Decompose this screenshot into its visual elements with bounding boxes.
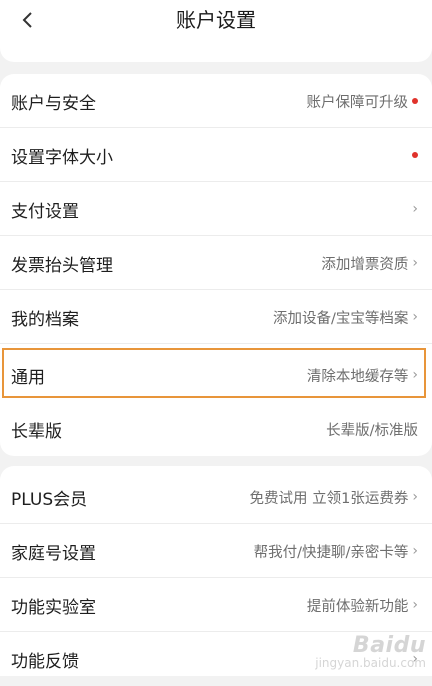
settings-group-1: 账户与安全 账户保障可升级 设置字体大小 支付设置 › 发票抬头管理 添加增票资… xyxy=(0,74,432,456)
row-value: 免费试用 立领1张运费券 xyxy=(249,490,409,507)
row-label: 设置字体大小 xyxy=(11,147,113,168)
watermark: Baidu jingyan.baidu.com xyxy=(315,633,426,670)
chevron-right-icon: › xyxy=(412,597,418,613)
row-label: 功能实验室 xyxy=(11,597,96,618)
notification-dot xyxy=(412,98,418,104)
chevron-right-icon: › xyxy=(412,489,418,505)
settings-row-family[interactable]: 家庭号设置 帮我付/快捷聊/亲密卡等 › xyxy=(0,524,432,578)
chevron-right-icon: › xyxy=(412,309,418,325)
row-value: 清除本地缓存等 xyxy=(306,368,409,385)
row-value: 账户保障可升级 xyxy=(306,94,409,111)
row-value: 帮我付/快捷聊/亲密卡等 xyxy=(253,544,409,561)
row-label: 支付设置 xyxy=(11,201,79,222)
row-value: 添加设备/宝宝等档案 xyxy=(273,310,409,327)
chevron-right-icon: › xyxy=(412,543,418,559)
row-label: 功能反馈 xyxy=(11,651,79,672)
settings-row-font-size[interactable]: 设置字体大小 xyxy=(0,128,432,182)
page-title: 账户设置 xyxy=(176,8,256,32)
settings-row-my-profile[interactable]: 我的档案 添加设备/宝宝等档案 › xyxy=(0,290,432,344)
row-label: 账户与安全 xyxy=(11,93,96,114)
row-value: 长辈版/标准版 xyxy=(326,422,418,439)
row-label: 通用 xyxy=(11,367,45,388)
top-bar: 账户设置 xyxy=(0,0,432,62)
settings-row-general[interactable]: 通用 清除本地缓存等 › xyxy=(0,348,432,402)
divider xyxy=(0,343,432,344)
row-label: PLUS会员 xyxy=(11,489,88,510)
notification-dot xyxy=(412,152,418,158)
settings-row-payment[interactable]: 支付设置 › xyxy=(0,182,432,236)
row-value: 提前体验新功能 xyxy=(306,598,409,615)
row-label: 发票抬头管理 xyxy=(11,255,113,276)
row-label: 我的档案 xyxy=(11,309,79,330)
watermark-sub: jingyan.baidu.com xyxy=(315,656,426,670)
row-label: 家庭号设置 xyxy=(11,543,96,564)
chevron-right-icon: › xyxy=(412,367,418,383)
watermark-logo: Baidu xyxy=(352,633,426,658)
row-label: 长辈版 xyxy=(11,421,62,442)
chevron-right-icon: › xyxy=(412,255,418,271)
settings-row-plus-member[interactable]: PLUS会员 免费试用 立领1张运费券 › xyxy=(0,470,432,524)
row-value: 添加增票资质 xyxy=(321,256,409,273)
chevron-right-icon: › xyxy=(412,201,418,217)
settings-row-invoice[interactable]: 发票抬头管理 添加增票资质 › xyxy=(0,236,432,290)
settings-row-lab[interactable]: 功能实验室 提前体验新功能 › xyxy=(0,578,432,632)
settings-row-account-security[interactable]: 账户与安全 账户保障可升级 xyxy=(0,74,432,128)
settings-row-elder-mode[interactable]: 长辈版 长辈版/标准版 xyxy=(0,402,432,456)
